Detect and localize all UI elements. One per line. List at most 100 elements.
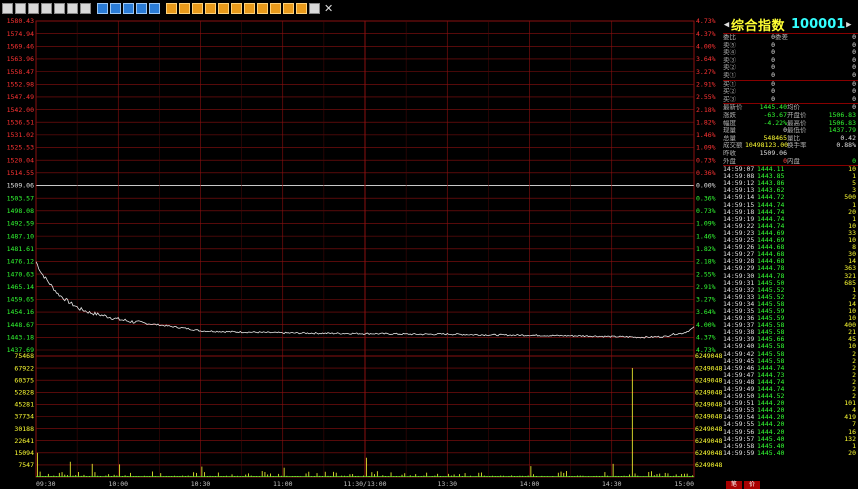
tick-row-cell: 10 (848, 307, 856, 315)
tick-row: 14:59:07 1444.11 10 (723, 166, 858, 173)
b-icon-5[interactable] (149, 2, 160, 14)
tick-row: 14:59:26 1444.68 8 (723, 244, 858, 251)
o-icon-2[interactable] (179, 2, 190, 14)
percent-tick-label: 4.37% (696, 334, 716, 342)
tick-row-cell: 14:59:46 (723, 364, 755, 372)
tick-row-cell: 1444.68 (757, 251, 785, 259)
intraday-chart[interactable]: 1580.43 4.73% 1574.94 4.37% 1569.46 4.00% 1563… (0, 16, 722, 489)
o-icon-10[interactable] (283, 2, 294, 14)
tab-ticks[interactable]: 笔 (726, 481, 743, 489)
volume-tick-label: 60375 (14, 376, 34, 384)
tick-row-cell: 1445.40 (757, 442, 785, 450)
percent-tick-label: 2.55% (696, 270, 716, 278)
percent-tick-label: 2.91% (696, 80, 716, 88)
o-icon-11[interactable] (296, 2, 307, 14)
o-icon-9[interactable] (270, 2, 281, 14)
percent-tick-label: 0.36% (696, 194, 716, 202)
note-icon[interactable] (309, 2, 320, 14)
price-tick-label: 1520.04 (7, 156, 34, 164)
o-icon-4[interactable] (205, 2, 216, 14)
tick-row-cell: 14:59:55 (723, 421, 755, 429)
tick-row-cell: 1444.20 (757, 428, 785, 436)
tick-row-cell: 1444.69 (757, 237, 785, 245)
percent-tick-label: 1.82% (696, 245, 716, 253)
next-arrow-icon[interactable]: ▶ (845, 20, 852, 30)
tick-row: 14:59:28 1444.68 14 (723, 258, 858, 265)
volume-tick-label: 37734 (14, 413, 34, 421)
o-icon-7[interactable] (244, 2, 255, 14)
order-row-cell: 卖③ (723, 56, 736, 64)
time-label: 10:00 (108, 480, 128, 488)
o-icon-6[interactable] (231, 2, 242, 14)
b-icon-4[interactable] (136, 2, 147, 14)
tick-row-cell: 1445.40 (757, 435, 785, 443)
window-icon[interactable] (80, 2, 91, 14)
tick-row-cell: 14:59:35 (723, 307, 755, 315)
price-tick-label: 1487.10 (7, 232, 34, 240)
chart-icon[interactable] (28, 2, 39, 14)
tick-row: 14:59:30 1444.78 321 (723, 273, 858, 280)
quote-row-cell: -63.67 (763, 111, 787, 119)
tick-row-cell: 1444.20 (757, 407, 785, 415)
order-row-cell: 买① (723, 80, 736, 88)
order-row: 卖④ 0 0 (723, 49, 858, 57)
back-icon[interactable] (2, 2, 13, 14)
tick-row-cell: 1444.11 (757, 166, 785, 174)
settings-icon[interactable] (67, 2, 78, 14)
tick-row-cell: 14:59:33 (723, 293, 755, 301)
percent-tick-label: 4.37% (696, 30, 716, 38)
percent-tick-label: 4.00% (696, 321, 716, 329)
quote-row-cell: 1509.06 (759, 149, 787, 157)
price-tick-label: 1465.14 (7, 283, 34, 291)
time-label: 10:30 (191, 480, 211, 488)
volume-tick-label: 30188 (14, 425, 34, 433)
order-row-cell: 0 (852, 49, 856, 57)
o-icon-3[interactable] (192, 2, 203, 14)
document-icon[interactable] (41, 2, 52, 14)
tick-row-cell: 3 (852, 187, 856, 195)
o-icon-1[interactable] (166, 2, 177, 14)
o-icon-5[interactable] (218, 2, 229, 14)
tick-row-cell: 1444.74 (757, 215, 785, 223)
tick-row: 14:59:29 1444.78 363 (723, 265, 858, 272)
tick-row: 14:59:19 1444.74 1 (723, 216, 858, 223)
prev-arrow-icon[interactable]: ◀ (723, 20, 730, 30)
quote-row-cell: 0.88% (836, 142, 856, 150)
order-row-cell: 0 (852, 95, 856, 103)
tick-row: 14:59:57 1445.40 132 (723, 436, 858, 443)
price-tick-label: 1563.96 (7, 55, 34, 63)
tick-row-cell: 14:59:51 (723, 400, 755, 408)
tick-row: 14:59:15 1444.74 1 (723, 202, 858, 209)
b-icon-3[interactable] (123, 2, 134, 14)
order-row-cell: 卖② (723, 64, 736, 72)
price-tick-label: 1509.06 (7, 182, 34, 190)
tick-row-cell: 20 (848, 208, 856, 216)
tick-row-cell: 1445.58 (757, 300, 785, 308)
tab-price[interactable]: 价 (744, 481, 761, 489)
price-tick-label: 1503.57 (7, 194, 34, 202)
kline-icon[interactable] (54, 2, 65, 14)
b-icon-1[interactable] (97, 2, 108, 14)
tick-row-cell: 1443.85 (757, 173, 785, 181)
close-icon[interactable]: ✕ (324, 3, 333, 14)
tick-row-cell: 10 (848, 222, 856, 230)
title-row: ◀ 综合指数 100001 ▶ (723, 16, 858, 34)
refresh-icon[interactable] (15, 2, 26, 14)
tick-row-cell: 2 (852, 357, 856, 365)
quote-row-cell: 幅度 (723, 119, 736, 127)
tick-row-cell: 1444.68 (757, 244, 785, 252)
tick-list[interactable]: 14:59:07 1444.11 10 14:59:08 1443.85 1 14:59:1… (723, 165, 858, 457)
tick-row-cell: 14 (848, 300, 856, 308)
tick-row: 14:59:34 1445.58 14 (723, 301, 858, 308)
tick-row-cell: 14:59:34 (723, 300, 755, 308)
price-tick-label: 1514.55 (7, 169, 34, 177)
price-tick-label: 1574.94 (7, 30, 34, 38)
order-row: 买③ 0 0 (723, 96, 858, 104)
order-row-cell: 卖① (723, 71, 736, 79)
o-icon-8[interactable] (257, 2, 268, 14)
b-icon-2[interactable] (110, 2, 121, 14)
tick-row-cell: 45 (848, 336, 856, 344)
tick-row-cell: 101 (844, 400, 856, 408)
tick-row-cell: 400 (844, 322, 856, 330)
tick-row-cell: 14:59:08 (723, 173, 755, 181)
